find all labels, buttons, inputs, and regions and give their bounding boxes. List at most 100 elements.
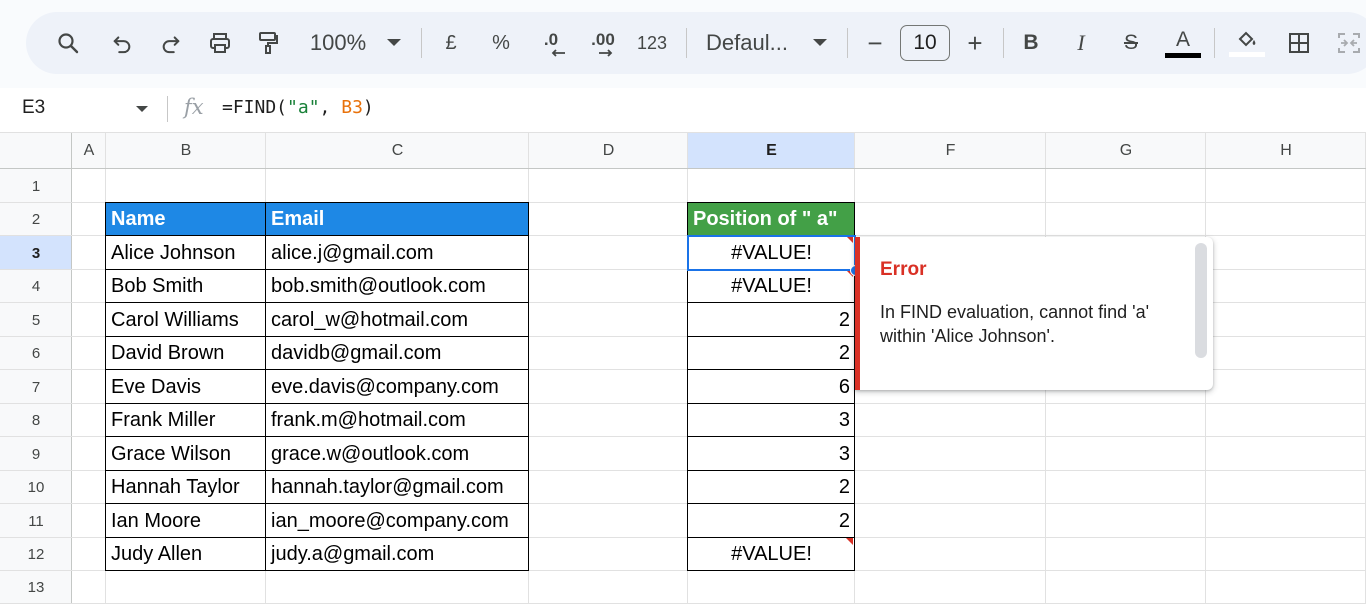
position-cell[interactable]: 2 [688, 303, 855, 337]
increase-font-size-button[interactable]: + [962, 24, 988, 62]
select-all-corner[interactable] [0, 133, 72, 169]
row-header-13[interactable]: 13 [0, 571, 72, 604]
error-value-cell[interactable]: #VALUE! [688, 236, 855, 270]
column-header-g[interactable]: G [1046, 133, 1206, 169]
error-popup-message: In FIND evaluation, cannot find 'a' with… [880, 302, 1150, 346]
decrease-decimal-label: .0 [543, 30, 559, 49]
table-header-position[interactable]: Position of " a" [688, 203, 855, 236]
fill-color-swatch [1229, 52, 1265, 57]
zoom-dropdown-icon[interactable] [383, 24, 405, 62]
row-header-11[interactable]: 11 [0, 504, 72, 538]
row-header-2[interactable]: 2 [0, 203, 72, 236]
toolbar-divider [1214, 28, 1215, 58]
email-cell[interactable]: alice.j@gmail.com [266, 236, 529, 270]
error-popup-title: Error [880, 259, 927, 280]
function-icon: fx [184, 95, 204, 119]
zoom-select[interactable]: 100% [305, 24, 371, 62]
name-cell[interactable]: Hannah Taylor [106, 471, 266, 504]
bold-button[interactable]: B [1018, 24, 1044, 62]
error-indicator-icon [846, 538, 853, 545]
row-header-3[interactable]: 3 [0, 236, 72, 270]
email-cell[interactable]: judy.a@gmail.com [266, 538, 529, 571]
email-cell[interactable]: frank.m@hotmail.com [266, 404, 529, 437]
table-row-border [688, 235, 855, 236]
font-select[interactable]: Defaul... [706, 24, 798, 62]
email-cell[interactable]: davidb@gmail.com [266, 337, 529, 370]
undo-icon[interactable] [108, 24, 136, 62]
row-header-9[interactable]: 9 [0, 437, 72, 471]
text-color-icon[interactable]: A [1164, 24, 1202, 62]
search-icon[interactable] [54, 24, 82, 62]
redo-icon[interactable] [157, 24, 185, 62]
name-cell[interactable]: Eve Davis [106, 370, 266, 404]
table-header-name[interactable]: Name [106, 203, 266, 236]
name-cell[interactable]: Ian Moore [106, 504, 266, 538]
name-cell[interactable]: David Brown [106, 337, 266, 370]
font-size-input[interactable]: 10 [900, 25, 950, 61]
name-cell[interactable]: Judy Allen [106, 538, 266, 571]
paint-format-icon[interactable] [254, 24, 282, 62]
column-header-a[interactable]: A [72, 133, 106, 169]
number-format-button[interactable]: 123 [634, 24, 670, 62]
column-header-d[interactable]: D [529, 133, 688, 169]
email-cell[interactable]: ian_moore@company.com [266, 504, 529, 538]
email-cell[interactable]: bob.smith@outlook.com [266, 270, 529, 303]
email-cell[interactable]: eve.davis@company.com [266, 370, 529, 404]
name-box-dropdown-icon[interactable] [136, 106, 148, 112]
name-cell[interactable]: Alice Johnson [106, 236, 266, 270]
table-row-border [688, 302, 855, 303]
position-cell[interactable]: 2 [688, 504, 855, 538]
column-header-h[interactable]: H [1206, 133, 1366, 169]
email-cell[interactable]: carol_w@hotmail.com [266, 303, 529, 337]
name-box[interactable]: E3 [22, 97, 45, 119]
name-cell[interactable]: Frank Miller [106, 404, 266, 437]
fill-color-icon[interactable] [1228, 24, 1266, 62]
formula-bar-divider [167, 96, 168, 122]
currency-format-button[interactable]: £ [438, 24, 464, 62]
row-header-8[interactable]: 8 [0, 404, 72, 437]
row-header-6[interactable]: 6 [0, 337, 72, 370]
decrease-decimal-button[interactable]: .0 [534, 24, 568, 62]
print-icon[interactable] [205, 24, 235, 62]
position-cell[interactable]: 2 [688, 471, 855, 504]
row-header-7[interactable]: 7 [0, 370, 72, 404]
email-cell[interactable]: hannah.taylor@gmail.com [266, 471, 529, 504]
borders-icon[interactable] [1286, 24, 1312, 62]
font-dropdown-icon[interactable] [809, 24, 831, 62]
percent-format-button[interactable]: % [488, 24, 514, 62]
row-header-10[interactable]: 10 [0, 471, 72, 504]
column-header-c[interactable]: C [266, 133, 529, 169]
email-cell[interactable]: grace.w@outlook.com [266, 437, 529, 471]
merge-cells-icon[interactable] [1336, 24, 1362, 62]
increase-decimal-label: .00 [591, 30, 615, 49]
name-cell[interactable]: Bob Smith [106, 270, 266, 303]
formula-input[interactable]: =FIND("a", B3) [222, 97, 374, 118]
strikethrough-button[interactable]: S [1117, 24, 1145, 62]
text-color-glyph: A [1175, 27, 1190, 51]
formula-reference: B3 [341, 97, 363, 118]
position-cell[interactable]: 6 [688, 370, 855, 404]
error-value-cell[interactable]: #VALUE! [688, 538, 855, 571]
row-header-4[interactable]: 4 [0, 270, 72, 303]
error-value-cell[interactable]: #VALUE! [688, 270, 855, 303]
position-cell[interactable]: 3 [688, 437, 855, 471]
column-header-f[interactable]: F [855, 133, 1046, 169]
italic-button[interactable]: I [1068, 24, 1094, 62]
position-cell[interactable]: 3 [688, 404, 855, 437]
name-cell[interactable]: Carol Williams [106, 303, 266, 337]
formula-separator: , [319, 97, 342, 118]
column-header-b[interactable]: B [106, 133, 266, 169]
toolbar-divider [421, 28, 422, 58]
column-header-e[interactable]: E [688, 133, 855, 169]
increase-decimal-button[interactable]: .00 [584, 24, 622, 62]
row-header-5[interactable]: 5 [0, 303, 72, 337]
text-color-swatch [1165, 52, 1201, 58]
table-header-email[interactable]: Email [266, 203, 529, 236]
row-header-12[interactable]: 12 [0, 538, 72, 571]
row-header-1[interactable]: 1 [0, 169, 72, 203]
name-cell[interactable]: Grace Wilson [106, 437, 266, 471]
table-row-border [688, 403, 855, 404]
position-cell[interactable]: 2 [688, 337, 855, 370]
error-popup-scrollbar[interactable] [1195, 243, 1207, 358]
decrease-font-size-button[interactable]: − [862, 24, 888, 62]
